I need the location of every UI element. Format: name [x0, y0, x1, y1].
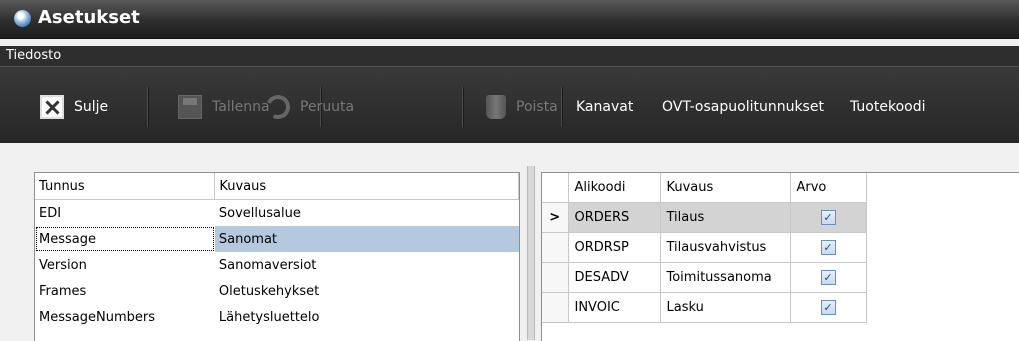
row-indicator[interactable]: [542, 292, 569, 323]
table-row[interactable]: ORDRSP Tilausvahvistus ✓: [542, 232, 867, 263]
column-header-tunnus[interactable]: Tunnus: [35, 173, 216, 200]
column-header-kuvaus[interactable]: Kuvaus: [660, 173, 791, 203]
cell-subcode[interactable]: DESADV: [568, 262, 661, 293]
category-table: Tunnus Kuvaus EDI Sovellusalue Message S…: [35, 173, 519, 330]
cell-subcode[interactable]: ORDERS: [568, 202, 661, 233]
subcode-grid: Alikoodi Kuvaus Arvo > ORDERS Tilaus ✓ O…: [541, 172, 1019, 341]
undo-icon: [262, 91, 294, 123]
column-header-arvo[interactable]: Arvo: [790, 173, 867, 203]
cell-subcode[interactable]: ORDRSP: [568, 232, 661, 263]
table-header-row: Tunnus Kuvaus: [35, 173, 519, 200]
value-checkbox[interactable]: ✓: [820, 270, 836, 285]
cell-description[interactable]: Toimitussanoma: [660, 262, 791, 293]
app-globe-icon: [14, 10, 31, 27]
table-row-current[interactable]: > ORDERS Tilaus ✓: [542, 202, 867, 233]
close-button[interactable]: Sulje: [40, 94, 108, 120]
settings-category-list: Tunnus Kuvaus EDI Sovellusalue Message S…: [34, 172, 520, 341]
close-button-label: Sulje: [74, 99, 109, 115]
save-button[interactable]: Tallenna: [178, 94, 270, 120]
close-icon: [40, 95, 64, 119]
undo-button[interactable]: Peruuta: [262, 91, 355, 123]
cell-subcode[interactable]: INVOIC: [568, 292, 661, 323]
value-checkbox[interactable]: ✓: [820, 240, 836, 255]
table-row[interactable]: MessageNumbers Lähetysluettelo: [35, 304, 519, 330]
delete-button[interactable]: Poista: [486, 94, 558, 120]
cell-id[interactable]: Frames: [35, 278, 215, 304]
table-row[interactable]: Version Sanomaversiot: [35, 252, 519, 278]
cell-description[interactable]: Sanomaversiot: [215, 252, 519, 278]
menu-bar: Tiedosto: [0, 46, 1019, 66]
table-row-selected[interactable]: Message Sanomat: [35, 226, 519, 252]
toolbar: Sulje Tallenna Peruuta Poista Kanavat OV…: [0, 66, 1019, 143]
cell-id[interactable]: MessageNumbers: [35, 304, 215, 330]
title-bar: Asetukset: [0, 0, 1019, 39]
window-title: Asetukset: [38, 7, 140, 28]
table-header-row: Alikoodi Kuvaus Arvo: [542, 173, 867, 203]
delete-button-label: Poista: [516, 99, 558, 115]
subcode-table: Alikoodi Kuvaus Arvo > ORDERS Tilaus ✓ O…: [542, 173, 867, 323]
save-icon: [178, 95, 202, 119]
table-row[interactable]: INVOIC Lasku ✓: [542, 292, 867, 323]
row-indicator-header: [542, 173, 569, 203]
cell-description[interactable]: Sovellusalue: [215, 200, 519, 227]
cell-description[interactable]: Oletuskehykset: [215, 278, 519, 304]
table-row[interactable]: EDI Sovellusalue: [35, 200, 519, 227]
column-header-alikoodi[interactable]: Alikoodi: [568, 173, 661, 203]
cell-id[interactable]: Message: [35, 226, 215, 252]
cell-value[interactable]: ✓: [790, 202, 867, 233]
toolbar-separator: [561, 87, 563, 127]
trash-icon: [486, 95, 506, 119]
toolbar-separator: [147, 87, 149, 127]
undo-button-label: Peruuta: [300, 99, 355, 115]
cell-value[interactable]: ✓: [790, 292, 867, 323]
cell-description[interactable]: Lasku: [660, 292, 791, 323]
cell-id[interactable]: EDI: [35, 200, 215, 227]
cell-value[interactable]: ✓: [790, 232, 867, 263]
ovt-identifiers-button[interactable]: OVT-osapuolitunnukset: [662, 94, 824, 120]
cell-description[interactable]: Lähetysluettelo: [215, 304, 519, 330]
product-codes-button[interactable]: Tuotekoodi: [850, 94, 925, 120]
cell-value[interactable]: ✓: [790, 262, 867, 293]
column-header-kuvaus[interactable]: Kuvaus: [214, 173, 519, 200]
current-row-arrow-icon: >: [542, 202, 569, 233]
row-indicator[interactable]: [542, 232, 569, 263]
cell-description[interactable]: Tilaus: [660, 202, 791, 233]
table-row[interactable]: Frames Oletuskehykset: [35, 278, 519, 304]
cell-description[interactable]: Sanomat: [214, 226, 519, 252]
channels-button[interactable]: Kanavat: [576, 94, 633, 120]
value-checkbox[interactable]: ✓: [820, 300, 836, 315]
cell-id[interactable]: Version: [35, 252, 215, 278]
value-checkbox[interactable]: ✓: [820, 210, 836, 225]
save-button-label: Tallenna: [212, 99, 270, 115]
panel-splitter[interactable]: [527, 166, 535, 340]
cell-description[interactable]: Tilausvahvistus: [660, 232, 791, 263]
menu-file[interactable]: Tiedosto: [6, 48, 61, 63]
table-row[interactable]: DESADV Toimitussanoma ✓: [542, 262, 867, 293]
row-indicator[interactable]: [542, 262, 569, 293]
toolbar-separator: [462, 87, 464, 127]
